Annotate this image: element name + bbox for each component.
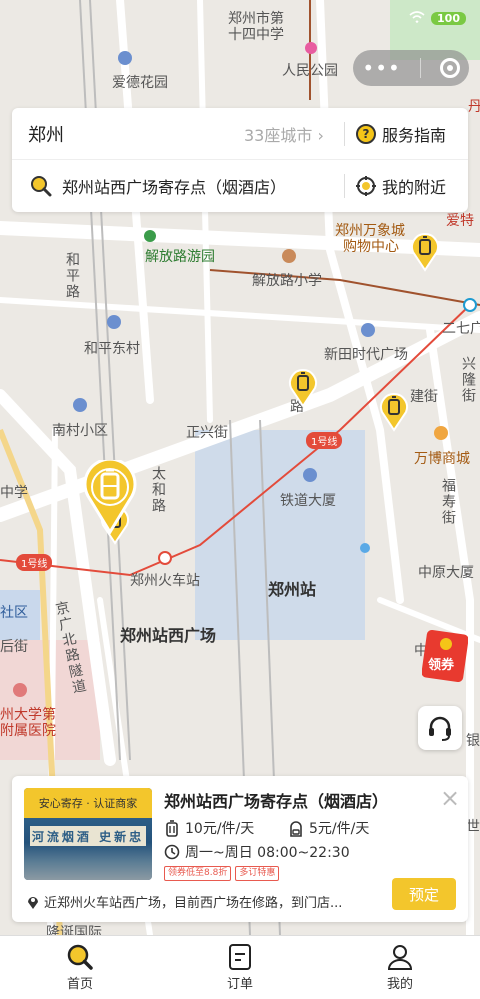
suitcase-icon (166, 820, 178, 837)
map-label: 银 (466, 733, 480, 749)
search-card: 郑州 33座城市 › ? 服务指南 郑州站西广场寄存点（烟酒店） 我的附近 (12, 108, 468, 212)
store-title: 郑州站西广场寄存点（烟酒店） (164, 792, 389, 811)
order-icon (229, 944, 251, 970)
address-label: 近郑州火车站西广场，目前西广场在修路，到门店... (44, 896, 343, 911)
service-guide-button[interactable]: ? 服务指南 (356, 122, 446, 146)
divider (344, 121, 345, 146)
question-icon: ? (356, 123, 376, 144)
map-label: 中学 (0, 485, 28, 501)
map-label: 购物中心 (343, 239, 399, 255)
storage-marker[interactable] (379, 392, 409, 432)
storefront-image: 河流烟酒 史新忠 (24, 818, 152, 880)
close-icon[interactable]: × (440, 786, 460, 810)
chevron-right-icon: › (317, 125, 324, 145)
promo-tag: 多订特惠 (235, 866, 280, 881)
store-sign: 河流烟酒 史新忠 (30, 826, 146, 846)
city-count-link[interactable]: 33座城市 › (244, 122, 324, 146)
locate-icon (356, 176, 376, 196)
mini-program-capsule: ••• (353, 50, 469, 86)
map-label: 解放路游园 (145, 249, 215, 265)
city-count-label: 33座城市 (244, 125, 313, 145)
map-label: 中原大厦 (418, 565, 474, 581)
selected-storage-marker[interactable] (82, 460, 138, 534)
search-icon (67, 944, 93, 970)
reserve-button[interactable]: 预定 (392, 878, 456, 910)
certified-badge: 安心寄存 · 认证商家 (24, 788, 152, 818)
metro-line-badge: 1号线 (16, 554, 53, 571)
map-label: 十四中学 (228, 27, 284, 43)
map-label: 爱特 (446, 213, 474, 229)
map-label: 和平路 (64, 252, 80, 300)
divider (344, 174, 345, 198)
search-icon (31, 176, 52, 197)
price-luggage: 10元/件/天 (164, 818, 254, 838)
opening-hours: 周一~周日 08:00~22:30 (164, 842, 350, 862)
more-icon[interactable]: ••• (362, 58, 400, 78)
map-label: 新田时代广场 (324, 347, 408, 363)
service-guide-label: 服务指南 (382, 125, 447, 145)
status-bar: 100 (409, 11, 466, 26)
battery-indicator: 100 (431, 12, 466, 25)
tab-orders[interactable]: 订单 (160, 936, 320, 999)
tab-home-label: 首页 (66, 977, 93, 992)
map-label: 二七广 (442, 321, 480, 337)
map-label: 和平东村 (84, 341, 140, 357)
tab-profile-label: 我的 (386, 977, 413, 992)
map-label: 铁道大厦 (280, 493, 336, 509)
tab-orders-label: 订单 (226, 977, 253, 992)
map-label: 兴隆街 (460, 356, 476, 404)
store-photo: 安心寄存 · 认证商家 河流烟酒 史新忠 (24, 788, 152, 880)
tab-profile[interactable]: 我的 (320, 936, 480, 999)
profile-icon (387, 945, 413, 970)
wifi-icon (409, 11, 425, 26)
tab-bar: 首页 订单 我的 (0, 935, 480, 999)
clock-icon (164, 844, 180, 860)
close-program-icon[interactable] (439, 58, 460, 78)
search-input[interactable]: 郑州站西广场寄存点（烟酒店） (62, 174, 286, 198)
city-selector[interactable]: 郑州 (28, 121, 64, 147)
storage-marker[interactable] (410, 232, 440, 272)
map-label: 福寿街 (440, 478, 456, 526)
map-label: 丹 (468, 99, 480, 115)
nearby-label: 我的附近 (382, 178, 447, 197)
map-label: 正兴街 (186, 425, 228, 441)
map-label: 万博商城 (414, 451, 470, 467)
map-label: 人民公园 (282, 63, 338, 79)
backpack-icon (290, 821, 302, 837)
map-label: 爱德花园 (112, 75, 168, 91)
map-label: 郑州站 (268, 580, 317, 599)
metro-line-badge: 1号线 (306, 432, 343, 449)
map-label: 后街 (0, 639, 28, 655)
map-label: 郑州火车站 (130, 573, 200, 589)
city-row: 郑州 33座城市 › ? 服务指南 (12, 108, 468, 160)
search-row: 郑州站西广场寄存点（烟酒店） 我的附近 (12, 160, 468, 212)
location-pin-icon (28, 896, 38, 909)
hours-label: 周一~周日 08:00~22:30 (185, 845, 350, 861)
storage-marker[interactable] (288, 368, 318, 408)
tab-home[interactable]: 首页 (0, 936, 160, 999)
price-bag: 5元/件/天 (288, 818, 369, 838)
store-address: 近郑州火车站西广场，目前西广场在修路，到门店... (26, 892, 342, 911)
coupon-label: 领券 (428, 658, 455, 673)
headset-icon (429, 716, 451, 741)
map-label: 南村小区 (52, 423, 108, 439)
coupon-button[interactable]: 领券 (421, 628, 469, 683)
map-label: 世 (466, 819, 480, 835)
map-label: 社区 (0, 605, 28, 621)
nearby-button[interactable]: 我的附近 (356, 174, 446, 198)
map-label: 建街 (410, 389, 438, 405)
map-label: 解放路小学 (252, 273, 322, 289)
customer-service-button[interactable] (418, 706, 462, 750)
map-label: 附属医院 (0, 723, 56, 739)
capsule-divider (419, 58, 421, 78)
map-label: 郑州站西广场 (120, 626, 217, 645)
store-info-card[interactable]: 安心寄存 · 认证商家 河流烟酒 史新忠 郑州站西广场寄存点（烟酒店） × 10… (12, 776, 468, 922)
map-label: 太和路 (150, 466, 166, 514)
promo-tags: 领券低至8.8折 多订特惠 (164, 866, 280, 881)
promo-tag: 领券低至8.8折 (164, 866, 232, 881)
price-luggage-label: 10元/件/天 (185, 821, 255, 837)
price-bag-label: 5元/件/天 (309, 821, 370, 837)
map-label: 隆诞国际 (46, 925, 102, 935)
